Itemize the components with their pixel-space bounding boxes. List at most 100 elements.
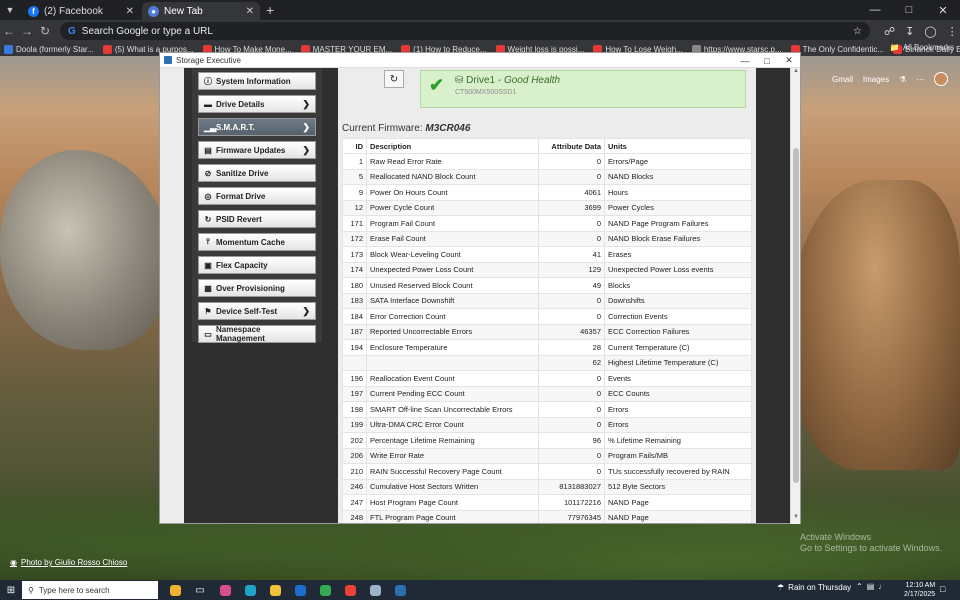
sidebar-item-over-provisioning[interactable]: ▦ Over Provisioning: [198, 279, 316, 297]
taskbar-clock[interactable]: 12:10 AM 2/17/2025: [904, 581, 935, 599]
sidebar-item-psid-revert[interactable]: ↻ PSID Revert: [198, 210, 316, 228]
colors-app-icon[interactable]: [214, 581, 236, 599]
taskbar-search-placeholder: Type here to search: [38, 585, 110, 595]
refresh-button[interactable]: ↻: [384, 70, 404, 88]
chevron-up-icon[interactable]: ⌃: [856, 582, 863, 591]
gmail-link[interactable]: Gmail: [832, 75, 853, 84]
window-scrollbar[interactable]: ▲ ▼: [790, 68, 800, 524]
tab-new-tab[interactable]: ● New Tab ✕: [142, 2, 260, 20]
photo-credit-label: Photo by Giulio Rosso Chioso: [20, 558, 128, 567]
wallpaper-cliff: [790, 180, 960, 470]
download-icon[interactable]: ↧: [905, 25, 914, 38]
sidebar-item-sanitize-drive[interactable]: ⊘ Sanitize Drive: [198, 164, 316, 182]
cell-id: 9: [342, 184, 367, 201]
copilot-icon[interactable]: [164, 581, 186, 599]
sidebar-item-device-self-test[interactable]: ⚑ Device Self-Test ❯: [198, 302, 316, 320]
cell-units: Errors: [604, 401, 752, 418]
cell-id: 172: [342, 230, 367, 247]
table-row: 198 SMART Off-line Scan Uncorrectable Err…: [342, 401, 752, 418]
window-controls: — □ ✕: [734, 53, 800, 68]
system-tray: ⌃ ▤ ♩: [856, 582, 886, 591]
cell-attribute-data: 41: [538, 246, 605, 263]
images-link[interactable]: Images: [863, 75, 889, 84]
cell-id: 194: [342, 339, 367, 356]
table-row: 183 SATA Interface Downshift 0 Downshifts: [342, 292, 752, 309]
facebook-icon: f: [28, 5, 39, 17]
extensions-icon[interactable]: ☍: [884, 25, 895, 38]
network-icon[interactable]: ▤: [867, 582, 875, 591]
youtube-icon: [102, 44, 112, 54]
close-icon[interactable]: ✕: [926, 0, 960, 20]
tab-title: New Tab: [164, 5, 203, 17]
tab-facebook[interactable]: f (2) Facebook ✕: [22, 2, 140, 20]
sidebar-item-s-m-a-r-t[interactable]: ▁▃ S.M.A.R.T. ❯: [198, 118, 316, 136]
checkmark-icon: ✔: [429, 75, 445, 95]
all-bookmarks-label: All Bookmarks: [902, 43, 954, 52]
profile-icon[interactable]: ◯: [924, 25, 936, 38]
forward-icon[interactable]: →: [18, 24, 36, 38]
sidebar-item-firmware-updates[interactable]: ▤ Firmware Updates ❯: [198, 141, 316, 159]
tab-close-icon[interactable]: ✕: [246, 6, 254, 17]
tab-search-icon[interactable]: ▼: [0, 0, 20, 20]
sidebar-item-format-drive[interactable]: ◎ Format Drive: [198, 187, 316, 205]
drive-icon: ⛁: [455, 75, 467, 86]
chrome-icon[interactable]: [314, 581, 336, 599]
search-icon: ⚲: [28, 585, 34, 595]
outlook-icon[interactable]: [289, 581, 311, 599]
bookmark-item[interactable]: Doola (formerly Star...: [4, 44, 94, 54]
image-viewer-icon[interactable]: [364, 581, 386, 599]
reload-icon[interactable]: ↻: [36, 24, 54, 38]
cell-id: 202: [342, 432, 367, 449]
sidebar-item-flex-capacity[interactable]: ▣ Flex Capacity: [198, 256, 316, 274]
cell-attribute-data: 0: [538, 447, 605, 464]
smart-attributes-table: ID Description Attribute Data Units 1 Raw…: [342, 138, 752, 523]
all-bookmarks-button[interactable]: 📁 All Bookmarks: [890, 43, 954, 52]
address-bar[interactable]: G Search Google or type a URL ☆: [60, 22, 870, 40]
weather-widget[interactable]: ☂ Rain on Thursday: [777, 583, 851, 592]
scroll-down-icon[interactable]: ▼: [791, 514, 801, 524]
maximize-icon[interactable]: □: [756, 53, 778, 68]
file-explorer-icon[interactable]: [264, 581, 286, 599]
close-icon[interactable]: ✕: [778, 53, 800, 68]
grid-icon: ▦: [204, 283, 212, 293]
table-row: 187 Reported Uncorrectable Errors 46357 ECC…: [342, 323, 752, 340]
cell-id: 1: [342, 153, 367, 170]
cell-description: FTL Program Page Count: [366, 509, 539, 523]
edge-icon[interactable]: [239, 581, 261, 599]
cell-description: Percentage Lifetime Remaining: [366, 432, 539, 449]
back-icon[interactable]: ←: [0, 24, 18, 38]
task-view-icon[interactable]: ▭: [189, 581, 211, 599]
cell-description: SATA Interface Downshift: [366, 292, 539, 309]
photo-credit-link[interactable]: ◉ Photo by Giulio Rosso Chioso: [10, 558, 127, 567]
sidebar-item-drive-details[interactable]: ▬ Drive Details ❯: [198, 95, 316, 113]
sidebar-item-namespace-management[interactable]: ▭ Namespace Management: [198, 325, 316, 343]
minimize-icon[interactable]: —: [734, 53, 756, 68]
bookmark-item[interactable]: The Only Confidentic...: [790, 44, 884, 54]
minimize-icon[interactable]: —: [858, 0, 892, 20]
tab-close-icon[interactable]: ✕: [126, 6, 134, 17]
scroll-up-icon[interactable]: ▲: [791, 68, 801, 78]
taskbar-search[interactable]: ⚲ Type here to search: [22, 581, 158, 599]
menu-icon[interactable]: ⋮: [947, 25, 958, 38]
sidebar-item-system-information[interactable]: ⓘ System Information: [198, 72, 316, 90]
cell-units: Program Fails/MB: [604, 447, 752, 464]
storage-executive-window: Storage Executive — □ ✕ ⓘ System Informat…: [159, 52, 801, 524]
cell-id: 180: [342, 277, 367, 294]
sidebar-item-momentum-cache[interactable]: ⫯ Momentum Cache: [198, 233, 316, 251]
drive-health-card[interactable]: ✔ ⛁ Drive1 - Good Health CT500MX500SSD1: [420, 70, 746, 108]
bookmark-star-icon[interactable]: ☆: [853, 26, 862, 37]
notification-icon[interactable]: □: [940, 584, 945, 594]
maximize-icon[interactable]: □: [892, 0, 926, 20]
chrome-profile-icon[interactable]: [339, 581, 361, 599]
cell-id: 171: [342, 215, 367, 232]
cell-description: Reallocated NAND Block Count: [366, 168, 539, 185]
labs-icon[interactable]: ⚗: [899, 75, 906, 84]
avatar[interactable]: [934, 72, 949, 86]
new-tab-button[interactable]: +: [266, 2, 274, 18]
storage-executive-taskbar-icon[interactable]: [389, 581, 411, 599]
toolbar-actions: ☍ ↧ ◯ ⋮: [884, 25, 958, 38]
apps-grid-icon[interactable]: ⋯: [916, 75, 924, 84]
windows-start-icon[interactable]: ⊞: [0, 585, 22, 596]
scroll-thumb[interactable]: [793, 148, 799, 483]
volume-icon[interactable]: ♩: [878, 582, 886, 591]
